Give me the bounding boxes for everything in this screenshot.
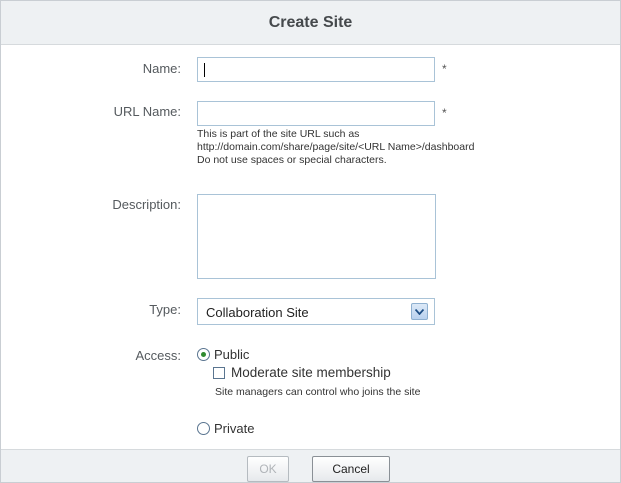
type-select[interactable]: Collaboration Site <box>197 298 435 325</box>
chevron-down-icon[interactable] <box>411 303 428 320</box>
name-label: Name: <box>142 61 181 76</box>
cancel-button[interactable]: Cancel <box>312 456 390 482</box>
name-required-mark: * <box>442 62 447 76</box>
public-label: Public <box>214 347 250 362</box>
private-radio[interactable] <box>197 422 210 435</box>
type-select-value: Collaboration Site <box>206 305 309 320</box>
description-textarea[interactable] <box>197 194 436 279</box>
ok-button[interactable]: OK <box>247 456 289 482</box>
url-name-help: This is part of the site URL such as htt… <box>197 128 474 167</box>
description-label: Description: <box>112 197 181 212</box>
url-name-help-line: This is part of the site URL such as <box>197 128 360 140</box>
moderate-membership-option[interactable]: Moderate site membership <box>213 365 391 380</box>
dialog-footer: OK Cancel <box>1 449 620 482</box>
url-name-help-line: http://domain.com/share/page/site/<URL N… <box>197 141 475 153</box>
moderate-membership-label: Moderate site membership <box>231 365 391 380</box>
access-private-option[interactable]: Private <box>197 421 254 436</box>
dialog-title: Create Site <box>268 13 353 31</box>
url-name-label: URL Name: <box>113 104 181 119</box>
type-label: Type: <box>149 302 181 317</box>
url-name-required-mark: * <box>442 106 447 120</box>
create-site-dialog: Create Site Name: * URL Name: * This is … <box>0 0 621 483</box>
radio-selected-dot <box>201 352 206 357</box>
url-name-input[interactable] <box>197 101 435 126</box>
access-public-option[interactable]: Public <box>197 347 249 362</box>
moderate-membership-help: Site managers can control who joins the … <box>215 386 421 398</box>
moderate-membership-checkbox[interactable] <box>213 366 225 379</box>
public-radio[interactable] <box>197 348 210 361</box>
text-caret <box>204 63 205 77</box>
name-input[interactable] <box>197 57 435 82</box>
access-label: Access: <box>135 348 181 363</box>
private-label: Private <box>214 421 255 436</box>
url-name-help-line: Do not use spaces or special characters. <box>197 154 387 166</box>
dialog-header: Create Site <box>1 1 620 45</box>
